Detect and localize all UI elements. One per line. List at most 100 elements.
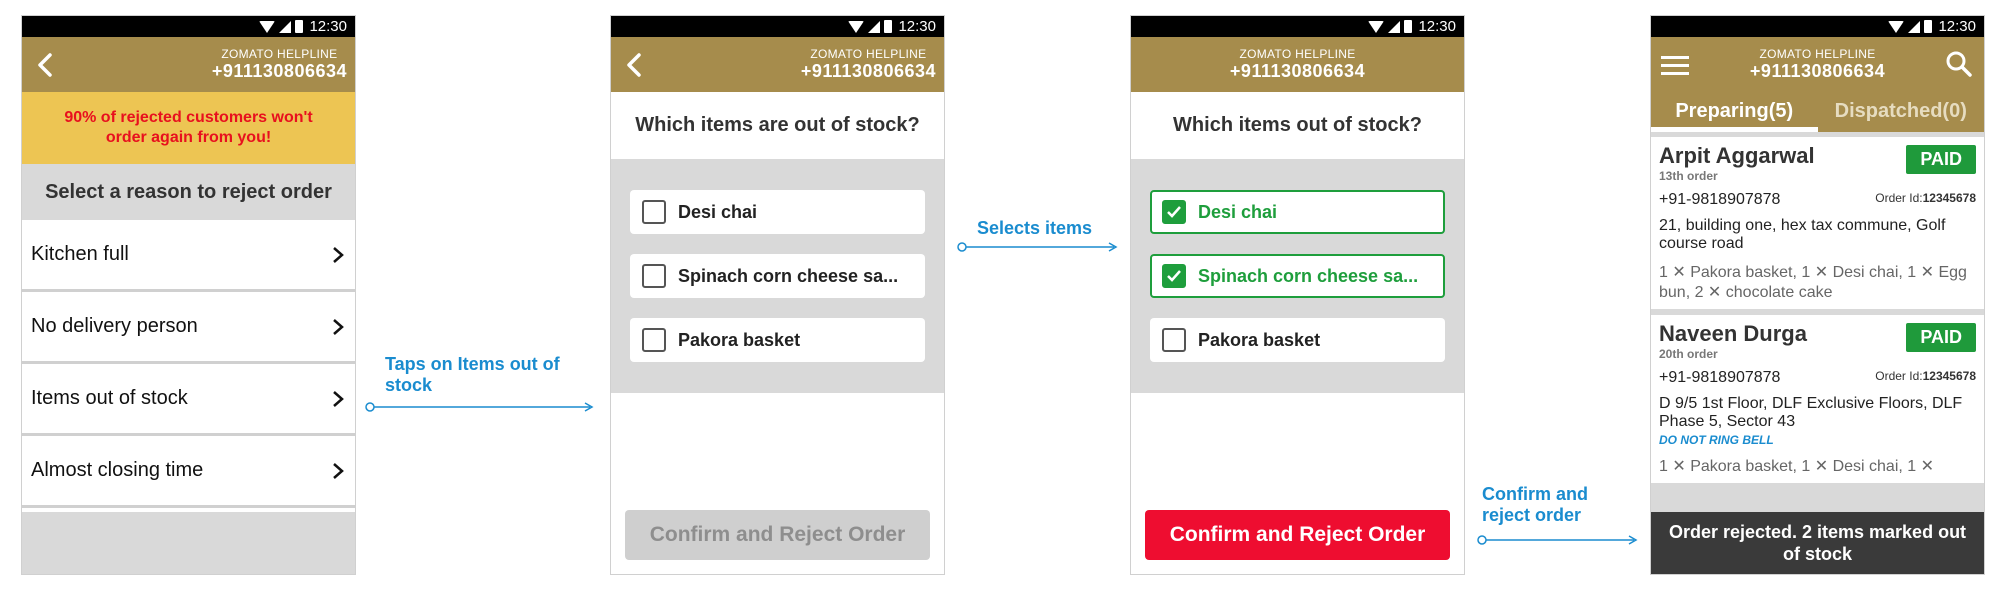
status-bar: 12:30: [1651, 16, 1984, 37]
customer-address: D 9/5 1st Floor, DLF Exclusive Floors, D…: [1659, 395, 1963, 430]
phone-screen-orders: 12:30 ZOMATO HELPLINE +911130806634 Prep…: [1650, 15, 1985, 575]
item-desi-chai[interactable]: Desi chai: [630, 190, 925, 234]
helpline-label: ZOMATO HELPLINE: [1759, 47, 1876, 61]
status-bar: 12:30: [611, 16, 944, 37]
search-icon[interactable]: [1944, 49, 1974, 79]
helpline-number: +911130806634: [800, 61, 936, 81]
order-id: Order Id:12345678: [1875, 369, 1976, 383]
paid-badge: PAID: [1906, 323, 1976, 352]
chevron-right-icon: [333, 318, 344, 335]
item-label: Spinach corn cheese sa...: [1198, 265, 1419, 286]
tab-preparing[interactable]: Preparing(5): [1651, 92, 1818, 132]
order-tabs: Preparing(5) Dispatched(0): [1651, 92, 1984, 132]
delivery-note: DO NOT RING BELL: [1659, 433, 1774, 447]
status-time: 12:30: [1418, 18, 1456, 35]
checkbox[interactable]: [1162, 328, 1186, 352]
chevron-right-icon: [333, 462, 344, 479]
checkbox[interactable]: [642, 200, 666, 224]
item-desi-chai[interactable]: Desi chai: [1150, 190, 1445, 234]
item-pakora-basket[interactable]: Pakora basket: [1150, 318, 1445, 362]
order-items: 1 ✕ Pakora basket, 1 ✕ Desi chai, 1 ✕: [1659, 458, 1935, 475]
order-id: Order Id:12345678: [1875, 191, 1976, 205]
battery-icon: [884, 20, 893, 33]
order-id-label: Order Id:: [1875, 369, 1923, 383]
confirm-reject-button-disabled[interactable]: Confirm and Reject Order: [625, 510, 930, 560]
back-arrow-icon[interactable]: [32, 51, 60, 79]
checkbox-checked[interactable]: [1162, 200, 1186, 224]
reason-items-out-of-stock[interactable]: Items out of stock: [22, 364, 355, 436]
reason-kitchen-full[interactable]: Kitchen full: [22, 220, 355, 292]
customer-address: 21, building one, hex tax commune, Golf …: [1659, 217, 1946, 252]
battery-icon: [295, 20, 304, 33]
checkbox-checked[interactable]: [1162, 264, 1186, 288]
status-bar: 12:30: [22, 16, 355, 37]
question-title: Which items are out of stock?: [635, 114, 920, 136]
reason-title: Select a reason to reject order: [22, 164, 355, 220]
app-header: ZOMATO HELPLINE +911130806634: [611, 37, 944, 92]
phone-screen-items-selected: 12:30 ZOMATO HELPLINE +911130806634 Whic…: [1130, 15, 1465, 575]
flow-arrow: [365, 402, 594, 412]
wifi-icon: [1368, 20, 1385, 33]
status-time: 12:30: [898, 18, 936, 35]
helpline-number: +911130806634: [211, 61, 347, 81]
confirm-reject-button[interactable]: Confirm and Reject Order: [1145, 510, 1450, 560]
order-card[interactable]: Arpit Aggarwal 13th order PAID +91-98189…: [1651, 137, 1984, 309]
phone-screen-reject-reason: 12:30 ZOMATO HELPLINE +911130806634 90% …: [21, 15, 356, 575]
order-items: 1 ✕ Pakora basket, 1 ✕ Desi chai, 1 ✕ Eg…: [1659, 264, 1967, 301]
helpline-number: +911130806634: [1749, 61, 1886, 81]
item-spinach-corn-cheese[interactable]: Spinach corn cheese sa...: [1150, 254, 1445, 298]
item-pakora-basket[interactable]: Pakora basket: [630, 318, 925, 362]
signal-icon: [1388, 20, 1401, 33]
items-panel: Desi chai Spinach corn cheese sa... Pako…: [611, 159, 944, 393]
helpline[interactable]: ZOMATO HELPLINE +911130806634: [212, 47, 347, 82]
phone-screen-select-items: 12:30 ZOMATO HELPLINE +911130806634 Whic…: [610, 15, 945, 575]
items-panel: Desi chai Spinach corn cheese sa... Pako…: [1131, 159, 1464, 393]
order-card[interactable]: Naveen Durga 20th order PAID +91-9818907…: [1651, 315, 1984, 483]
annotation-taps-items-out-of-stock: Taps on Items out of stock: [385, 354, 560, 395]
flow-arrow: [1477, 535, 1638, 545]
status-bar: 12:30: [1131, 16, 1464, 37]
annotation-confirm-reject: Confirm and reject order: [1482, 484, 1588, 525]
order-id-label: Order Id:: [1875, 191, 1923, 205]
hamburger-menu-icon[interactable]: [1659, 51, 1691, 79]
order-id-value: 12345678: [1922, 191, 1976, 205]
checkmark-icon: [1167, 270, 1181, 282]
wifi-icon: [1888, 20, 1905, 33]
reason-label: Almost closing time: [31, 459, 204, 481]
helpline[interactable]: ZOMATO HELPLINE +911130806634: [1750, 47, 1885, 82]
helpline-label: ZOMATO HELPLINE: [1239, 47, 1356, 61]
battery-icon: [1924, 20, 1933, 33]
reason-no-delivery-person[interactable]: No delivery person: [22, 292, 355, 364]
app-header: ZOMATO HELPLINE +911130806634: [1131, 37, 1464, 92]
status-time: 12:30: [309, 18, 347, 35]
reason-label: Kitchen full: [31, 243, 129, 265]
helpline-number: +911130806634: [1229, 61, 1366, 81]
order-id-value: 12345678: [1922, 369, 1976, 383]
reason-label: Items out of stock: [31, 387, 188, 409]
signal-icon: [868, 20, 881, 33]
bottom-filler: [22, 512, 355, 574]
app-header: ZOMATO HELPLINE +911130806634: [1651, 37, 1984, 92]
item-label: Desi chai: [1198, 201, 1278, 222]
annotation-selects-items: Selects items: [977, 218, 1093, 238]
helpline[interactable]: ZOMATO HELPLINE +911130806634: [801, 47, 936, 82]
app-header: ZOMATO HELPLINE +911130806634: [22, 37, 355, 92]
status-time: 12:30: [1938, 18, 1976, 35]
item-label: Spinach corn cheese sa...: [678, 265, 899, 286]
flow-arrow: [957, 242, 1118, 252]
checkmark-icon: [1167, 206, 1181, 218]
item-label: Desi chai: [678, 201, 758, 222]
orders-list: Arpit Aggarwal 13th order PAID +91-98189…: [1651, 132, 1984, 574]
helpline-label: ZOMATO HELPLINE: [810, 47, 927, 61]
checkbox[interactable]: [642, 328, 666, 352]
battery-icon: [1404, 20, 1413, 33]
item-label: Pakora basket: [678, 329, 801, 350]
item-spinach-corn-cheese[interactable]: Spinach corn cheese sa...: [630, 254, 925, 298]
helpline[interactable]: ZOMATO HELPLINE +911130806634: [1230, 47, 1365, 82]
back-arrow-icon[interactable]: [621, 51, 649, 79]
helpline-label: ZOMATO HELPLINE: [221, 47, 338, 61]
reason-almost-closing-time[interactable]: Almost closing time: [22, 436, 355, 508]
warning-banner: 90% of rejected customers won't order ag…: [22, 92, 355, 164]
tab-dispatched[interactable]: Dispatched(0): [1818, 92, 1985, 132]
checkbox[interactable]: [642, 264, 666, 288]
